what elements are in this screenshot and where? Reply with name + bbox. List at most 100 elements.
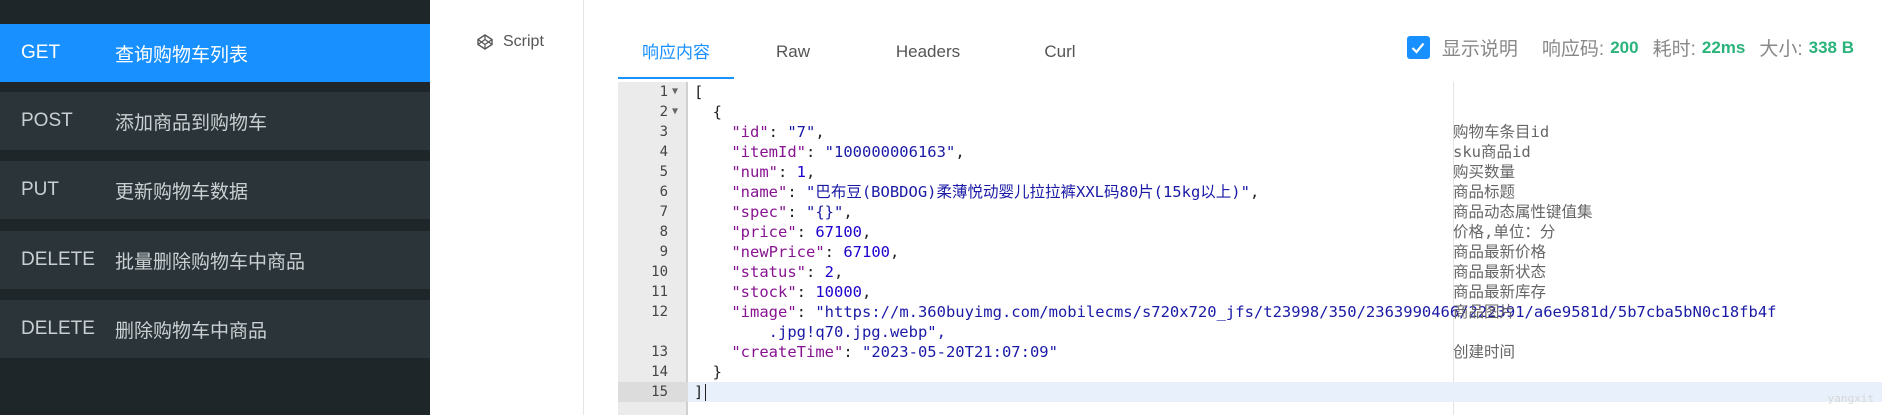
json-colon: : (805, 143, 825, 161)
code-text: } (694, 363, 722, 381)
api-name: 批量删除购物车中商品 (115, 251, 306, 273)
code-text: "status": 2, (694, 262, 843, 282)
api-list: GET 查询购物车列表 POST 添加商品到购物车 PUT 更新购物车数据 DE… (0, 0, 430, 415)
text-cursor (705, 384, 707, 401)
field-description: sku商品id (1453, 143, 1531, 161)
code-line: 2 ▼ { (618, 102, 1882, 122)
json-value: "2023-05-20T21:07:09" (861, 343, 1058, 361)
line-number: 15 (651, 384, 668, 400)
json-colon: : (796, 303, 816, 321)
line-number: 14 (651, 364, 668, 380)
line-number: 9 (659, 244, 668, 260)
show-desc-label[interactable]: 显示说明 (1442, 34, 1518, 61)
response-tabs: 响应内容 Raw Headers Curl (618, 24, 1116, 80)
json-comma: , (862, 223, 872, 241)
field-description: 商品动态属性键值集 (1453, 203, 1593, 221)
line-number: 4 (659, 144, 668, 160)
tab-raw[interactable]: Raw (734, 24, 852, 79)
field-description: 购物车条目id (1453, 123, 1550, 141)
script-label: Script (503, 33, 544, 50)
line-number: 11 (651, 284, 668, 300)
api-item-delete-cart[interactable]: DELETE 删除购物车中商品 (0, 300, 430, 358)
json-key: "createTime" (731, 343, 844, 361)
response-size-value: 338 B (1808, 37, 1854, 57)
code-text: "newPrice": 67100, (694, 242, 899, 262)
code-text: [ (694, 83, 704, 101)
code-text: "stock": 10000, (694, 282, 871, 302)
json-colon: : (843, 343, 862, 361)
json-value: "https://m.360buyimg.com/mobilecms/s720x… (815, 303, 1777, 321)
json-key: "image" (731, 303, 797, 321)
fold-arrow-icon: ▼ (672, 106, 679, 117)
line-number: 2 (659, 104, 668, 120)
code-line: 14 } (618, 362, 1882, 382)
response-panel: 响应内容 Raw Headers Curl 显示说明 响应码: 200 耗时: … (618, 0, 1882, 415)
code-line: 5 "num": 1, 购买数量 (618, 162, 1882, 182)
code-line: 11 "stock": 10000, 商品最新库存 (618, 282, 1882, 302)
api-item-update-cart[interactable]: PUT 更新购物车数据 (0, 161, 430, 219)
code-text: "id": "7", (694, 122, 824, 142)
api-list-footer (0, 361, 430, 415)
code-line: 3 "id": "7", 购物车条目id (618, 122, 1882, 142)
json-key: "status" (731, 263, 806, 281)
codepen-icon (477, 34, 493, 50)
code-text: "num": 1, (694, 162, 815, 182)
api-method: GET (21, 42, 61, 63)
response-code-label: 响应码: (1541, 39, 1605, 60)
json-value: 2 (824, 263, 834, 281)
json-value: "100000006163" (824, 143, 956, 161)
json-key: "newPrice" (731, 243, 825, 261)
script-button[interactable]: Script (477, 33, 544, 51)
field-description: 商品标题 (1453, 183, 1516, 201)
line-number: 8 (659, 224, 668, 240)
json-value-wrap: .jpg!q70.jpg.webp", (768, 323, 946, 341)
api-item-add-to-cart[interactable]: POST 添加商品到购物车 (0, 92, 430, 150)
code-text: { (694, 103, 722, 121)
json-comma: , (955, 143, 965, 161)
json-value: "巴布豆(BOBDOG)柔薄悦动婴儿拉拉裤XXL码80片(15kg以上)" (806, 183, 1250, 201)
code-editor[interactable]: 1 ▼[ 2 ▼ {3 "id": "7", 购物车条目id 4 "itemId": "1… (618, 82, 1882, 415)
json-key: "num" (731, 163, 778, 181)
api-item-batch-delete-cart[interactable]: DELETE 批量删除购物车中商品 (0, 231, 430, 289)
code-line: 13 "createTime": "2023-05-20T21:07:09" 创建… (618, 342, 1882, 362)
tab-curl[interactable]: Curl (1004, 24, 1116, 79)
json-value: "7" (787, 123, 816, 141)
line-number: 3 (659, 124, 668, 140)
api-name: 更新购物车数据 (115, 181, 249, 203)
field-description: 商品最新库存 (1453, 283, 1547, 301)
watermark: yangxit (1827, 392, 1874, 405)
tab-response-content[interactable]: 响应内容 (618, 24, 734, 79)
code-text: "spec": "{}", (694, 202, 852, 222)
json-key: "stock" (731, 283, 797, 301)
code-line: 1 ▼ [ (618, 82, 1882, 102)
line-number: 1 (659, 84, 668, 100)
tab-headers[interactable]: Headers (852, 24, 1004, 79)
code-text: .jpg!q70.jpg.webp", (694, 322, 946, 342)
api-method: PUT (21, 179, 59, 200)
line-number: 10 (651, 264, 668, 280)
json-key: "spec" (731, 203, 788, 221)
api-item-get-cart-list[interactable]: GET 查询购物车列表 (0, 24, 430, 82)
json-colon: : (805, 263, 825, 281)
field-description: 价格,单位：分 (1453, 223, 1556, 241)
field-description: 商品图片 (1453, 303, 1516, 321)
json-comma: , (834, 263, 844, 281)
code-text: ] (694, 382, 707, 402)
response-time-value: 22ms (1701, 37, 1746, 57)
line-number: 5 (659, 164, 668, 180)
line-number: 12 (651, 304, 668, 320)
code-line: 9 "newPrice": 67100, 商品最新价格 (618, 242, 1882, 262)
line-number: 6 (659, 184, 668, 200)
field-description: 商品最新价格 (1453, 243, 1547, 261)
code-text: "name": "巴布豆(BOBDOG)柔薄悦动婴儿拉拉裤XXL码80片(15k… (694, 182, 1259, 202)
field-description: 购买数量 (1453, 163, 1516, 181)
code-line: 15] (618, 382, 1882, 402)
code-text: "image": "https://m.360buyimg.com/mobile… (694, 302, 1777, 322)
json-value: 1 (796, 163, 807, 181)
code-text: "itemId": "100000006163", (694, 142, 965, 162)
check-icon (1412, 42, 1425, 54)
show-desc-checkbox[interactable] (1406, 36, 1430, 59)
api-name: 添加商品到购物车 (115, 112, 268, 134)
json-key: "id" (731, 123, 769, 141)
response-code-value: 200 (1610, 37, 1639, 57)
